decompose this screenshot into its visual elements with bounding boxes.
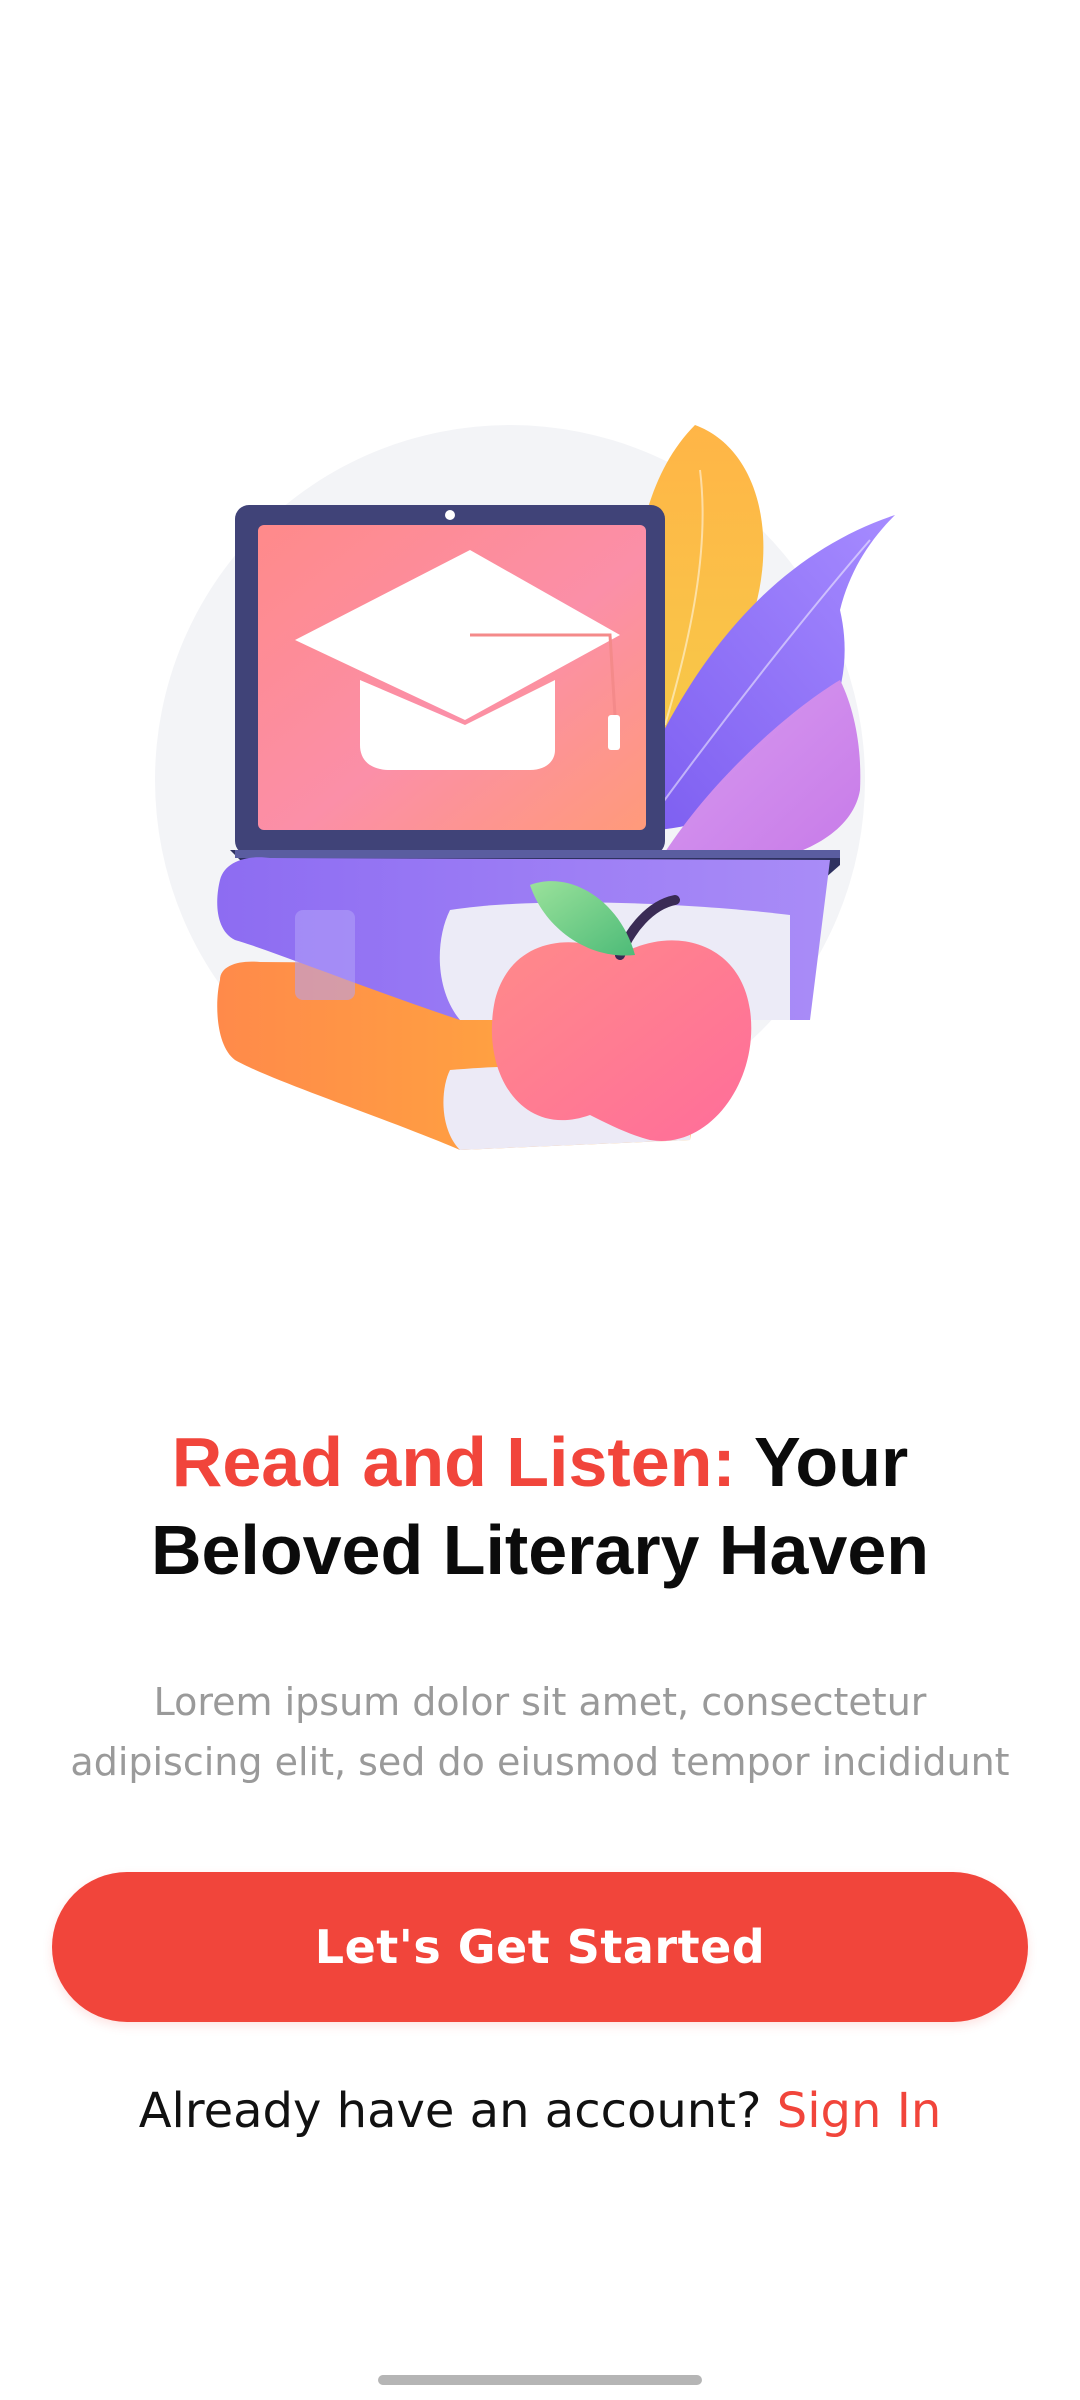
subtitle: Lorem ipsum dolor sit amet, consectetur … xyxy=(40,1672,1040,1792)
subtitle-line1: Lorem ipsum dolor sit amet, consectetur xyxy=(153,1680,927,1724)
sign-in-link[interactable]: Sign In xyxy=(777,2083,942,2139)
title-line2: Beloved Literary Haven xyxy=(150,1511,930,1589)
subtitle-line2: adipiscing elit, sed do eiusmod tempor i… xyxy=(70,1740,1010,1784)
education-illustration xyxy=(155,425,895,1150)
home-indicator[interactable] xyxy=(378,2375,702,2385)
title-accent: Read and Listen: xyxy=(171,1423,736,1501)
page-title: Read and Listen: Your Beloved Literary H… xyxy=(0,1418,1080,1594)
account-prompt-text: Already have an account? xyxy=(138,2083,762,2139)
get-started-button[interactable]: Let's Get Started xyxy=(52,1872,1028,2022)
title-rest: Your xyxy=(753,1423,909,1501)
signin-prompt: Already have an account? Sign In xyxy=(0,2076,1080,2146)
onboarding-screen: Read and Listen: Your Beloved Literary H… xyxy=(0,0,1080,2400)
